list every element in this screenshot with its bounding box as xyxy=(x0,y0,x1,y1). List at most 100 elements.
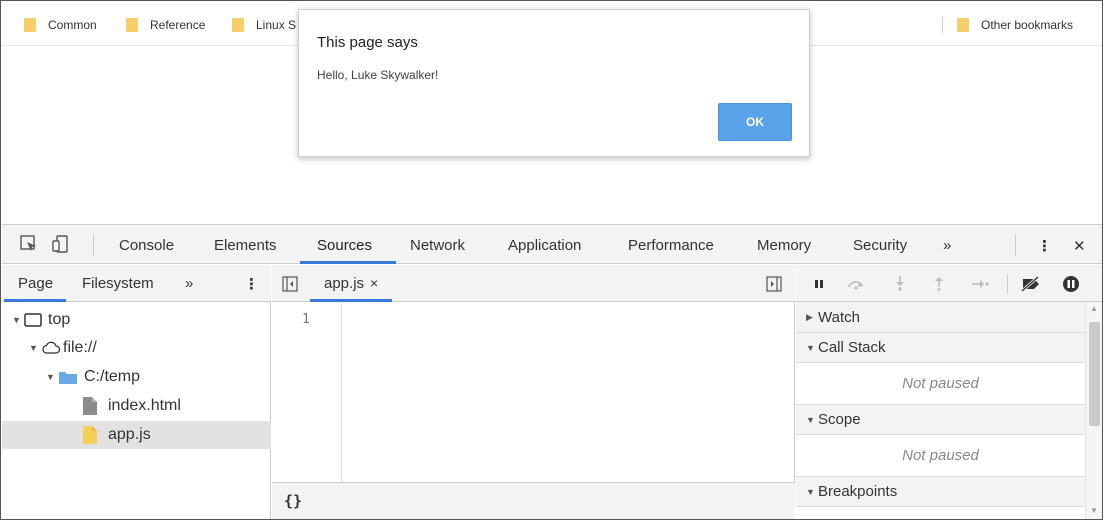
debugger-toolbar xyxy=(796,265,1102,302)
section-scope[interactable]: ▼ Scope xyxy=(796,405,1085,435)
step-icon[interactable] xyxy=(970,277,990,291)
line-number-gutter: 1 xyxy=(272,302,342,482)
editor-tab-bar: app.js × xyxy=(272,265,795,302)
expand-arrow-icon: ▼ xyxy=(806,486,815,497)
toolbar-divider xyxy=(93,234,94,256)
active-tab-indicator xyxy=(4,299,66,302)
bookmark-label: Linux S xyxy=(256,18,297,32)
expand-arrow-icon: ▼ xyxy=(806,342,815,353)
active-tab-indicator xyxy=(300,261,396,264)
tab-application[interactable]: Application xyxy=(508,237,581,254)
scrollbar-thumb[interactable] xyxy=(1089,322,1100,426)
bookmark-label: Reference xyxy=(150,18,206,32)
expand-arrow-icon: ▼ xyxy=(46,372,55,382)
toolbar-divider xyxy=(1015,234,1016,256)
bookmark-common[interactable]: Common xyxy=(24,16,97,34)
navigator-more-button[interactable]: » xyxy=(185,275,193,292)
folder-icon xyxy=(126,18,138,32)
tree-item-top[interactable]: ▼ top xyxy=(2,306,271,334)
section-title: Call Stack xyxy=(818,339,886,356)
browser-window: Common Reference Linux S Other bookmarks… xyxy=(0,0,1103,520)
line-number[interactable]: 1 xyxy=(302,312,310,327)
folder-icon xyxy=(957,18,969,32)
bookmark-other[interactable]: Other bookmarks xyxy=(957,16,1073,34)
close-tab-icon[interactable]: × xyxy=(370,275,378,291)
tree-item-file-selected[interactable]: app.js xyxy=(2,421,271,449)
tab-console[interactable]: Console xyxy=(119,237,174,254)
folder-icon xyxy=(59,372,77,384)
navigator-menu-button[interactable]: ⋮ xyxy=(244,275,259,293)
scroll-up-arrow-icon[interactable]: ▲ xyxy=(1090,304,1098,313)
cloud-icon xyxy=(42,341,61,354)
bookmark-linux[interactable]: Linux S xyxy=(232,16,296,34)
step-into-icon[interactable] xyxy=(894,275,906,291)
step-out-icon[interactable] xyxy=(933,275,945,291)
js-file-icon xyxy=(83,426,97,444)
tab-sources[interactable]: Sources xyxy=(317,237,372,254)
navigator-panel: Page Filesystem » ⋮ ▼ top ▼ file:// ▼ C:… xyxy=(2,265,271,519)
ok-button[interactable]: OK xyxy=(718,103,792,141)
expand-arrow-icon: ▼ xyxy=(29,343,38,353)
deactivate-breakpoints-icon[interactable] xyxy=(1020,276,1042,292)
toolbar-divider xyxy=(1007,274,1008,294)
file-icon xyxy=(83,397,97,415)
inspect-element-icon[interactable] xyxy=(20,235,38,253)
section-watch[interactable]: ▶ Watch xyxy=(796,302,1085,333)
editor-panel: app.js × 1 {} xyxy=(272,265,795,519)
section-breakpoints[interactable]: ▼ Breakpoints xyxy=(796,477,1085,507)
step-over-icon[interactable] xyxy=(846,277,866,291)
scroll-down-arrow-icon[interactable]: ▼ xyxy=(1090,506,1098,515)
file-tab-app-js[interactable]: app.js × xyxy=(324,275,378,292)
section-call-stack[interactable]: ▼ Call Stack xyxy=(796,333,1085,363)
scope-status: Not paused xyxy=(796,435,1085,477)
tab-security[interactable]: Security xyxy=(853,237,907,254)
collapsed-arrow-icon: ▶ xyxy=(806,311,813,322)
tab-page[interactable]: Page xyxy=(18,275,53,292)
tab-elements[interactable]: Elements xyxy=(214,237,277,254)
tab-filesystem[interactable]: Filesystem xyxy=(82,275,154,292)
tree-item-label: index.html xyxy=(108,397,181,414)
tree-item-label: top xyxy=(48,311,71,328)
editor-status-bar: {} xyxy=(272,482,795,519)
more-tabs-button[interactable]: » xyxy=(943,237,951,254)
debugger-sidebar: ▶ Watch ▼ Call Stack Not paused ▼ Scope … xyxy=(796,265,1102,519)
tree-item-file-scheme[interactable]: ▼ file:// xyxy=(2,334,271,362)
frame-icon xyxy=(24,313,42,327)
call-stack-status: Not paused xyxy=(796,363,1085,405)
folder-icon xyxy=(232,18,244,32)
tab-memory[interactable]: Memory xyxy=(757,237,811,254)
pause-on-exceptions-icon[interactable] xyxy=(1062,275,1080,293)
bookmark-separator xyxy=(942,17,943,33)
devtools-tab-bar: Console Elements Sources Network Applica… xyxy=(2,224,1102,264)
section-title: Watch xyxy=(818,308,860,326)
toggle-navigator-icon[interactable] xyxy=(282,276,298,292)
file-tab-label: app.js xyxy=(324,275,365,292)
tab-network[interactable]: Network xyxy=(410,237,465,254)
folder-icon xyxy=(24,18,36,32)
tree-item-folder[interactable]: ▼ C:/temp xyxy=(2,363,271,391)
device-toolbar-icon[interactable] xyxy=(52,235,70,253)
expand-arrow-icon: ▼ xyxy=(12,315,21,325)
tree-item-label: app.js xyxy=(108,426,151,443)
code-area[interactable] xyxy=(343,302,795,482)
pause-icon[interactable] xyxy=(812,277,826,291)
section-title: Breakpoints xyxy=(818,483,898,500)
toggle-debugger-icon[interactable] xyxy=(766,276,782,292)
sidebar-scrollbar[interactable]: ▲ ▼ xyxy=(1085,302,1102,519)
navigator-tab-bar: Page Filesystem » ⋮ xyxy=(2,265,271,302)
dialog-message: Hello, Luke Skywalker! xyxy=(317,68,439,82)
dialog-title: This page says xyxy=(317,34,418,51)
tree-item-label: C:/temp xyxy=(84,368,141,385)
customize-menu-button[interactable]: ⋮ xyxy=(1037,237,1052,255)
section-title: Scope xyxy=(818,411,861,428)
tree-item-file[interactable]: index.html xyxy=(2,392,271,420)
tree-item-label: file:// xyxy=(63,339,97,356)
pretty-print-button[interactable]: {} xyxy=(284,492,302,510)
tab-performance[interactable]: Performance xyxy=(628,237,714,254)
expand-arrow-icon: ▼ xyxy=(806,414,815,425)
bookmark-reference[interactable]: Reference xyxy=(126,16,205,34)
alert-dialog: This page says Hello, Luke Skywalker! OK xyxy=(298,9,810,157)
close-devtools-button[interactable]: ✕ xyxy=(1073,237,1086,255)
bookmark-label: Other bookmarks xyxy=(981,18,1074,32)
bookmark-label: Common xyxy=(48,18,97,32)
